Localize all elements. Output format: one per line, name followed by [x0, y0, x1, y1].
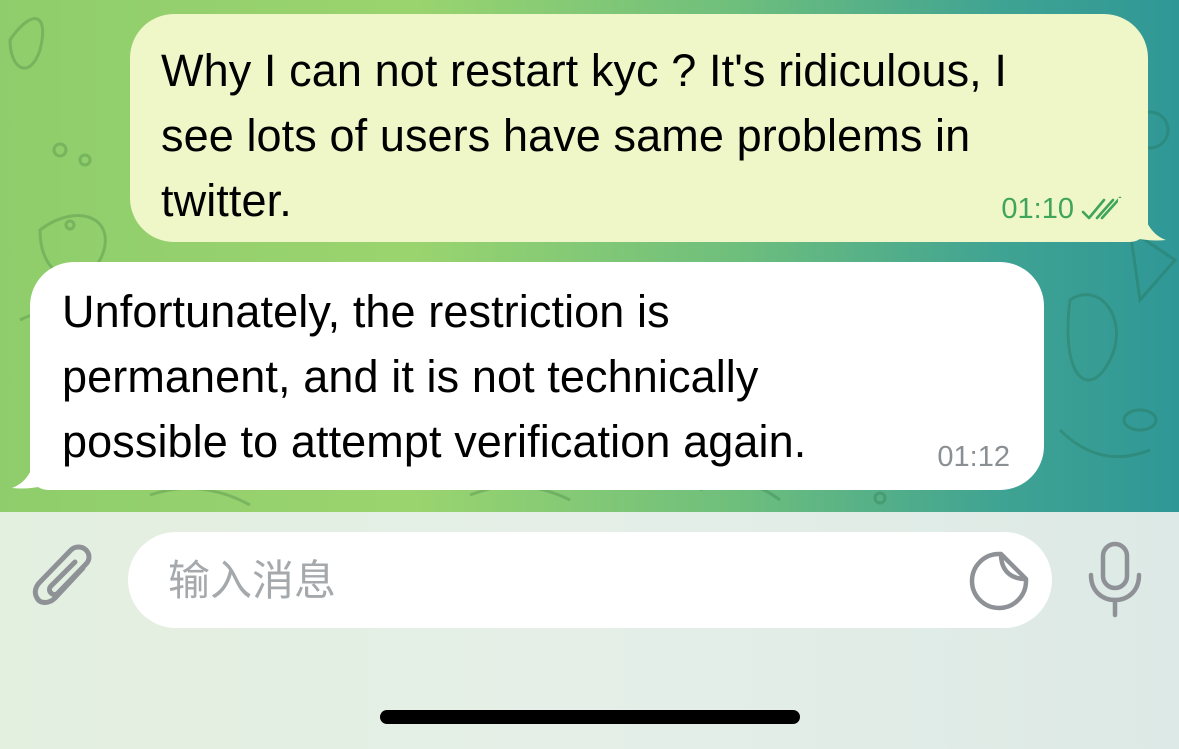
microphone-button[interactable]: [1082, 540, 1148, 620]
message-text: Why I can not restart kyc ? It's ridicul…: [161, 45, 1007, 226]
message-input-container: [128, 532, 1052, 628]
incoming-bubble-tail: [12, 446, 60, 489]
message-text: Unfortunately, the restriction is perman…: [62, 286, 807, 467]
message-meta: 01:10: [1001, 194, 1124, 224]
message-time: 01:10: [1001, 193, 1074, 225]
outgoing-message-bubble[interactable]: Why I can not restart kyc ? It's ridicul…: [130, 14, 1148, 242]
paperclip-icon: [32, 544, 92, 605]
home-indicator[interactable]: [380, 710, 800, 724]
sticker-icon: [969, 551, 1029, 611]
attach-button[interactable]: [28, 540, 100, 616]
message-input[interactable]: [166, 554, 930, 606]
message-time: 01:12: [937, 441, 1010, 473]
incoming-message-bubble[interactable]: Unfortunately, the restriction is perman…: [30, 262, 1044, 490]
microphone-icon: [1088, 541, 1142, 618]
sticker-button[interactable]: [966, 548, 1032, 614]
outgoing-bubble-tail: [1118, 198, 1166, 241]
